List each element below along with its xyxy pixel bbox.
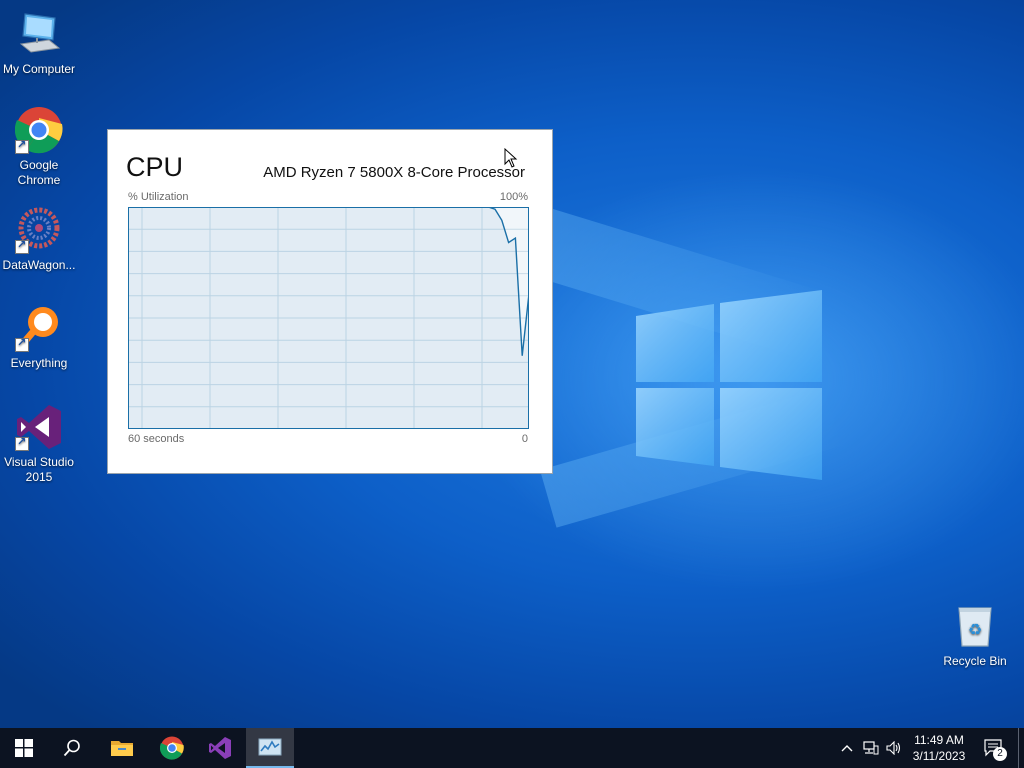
search-icon: [63, 739, 80, 757]
desktop-icon-label: Google Chrome: [17, 158, 61, 187]
computer-icon: [15, 10, 63, 58]
show-desktop-button[interactable]: [1018, 728, 1024, 768]
datawagon-icon: [15, 206, 63, 254]
desktop-icon-my-computer[interactable]: My Computer: [0, 10, 78, 77]
taskbar: 11:49 AM 3/11/2023 2: [0, 728, 1024, 768]
visual-studio-icon: [15, 403, 63, 451]
notification-count-badge: 2: [993, 747, 1007, 761]
everything-search-icon: [15, 304, 63, 352]
recycle-bin-icon: ♻: [951, 602, 999, 650]
wallpaper-windows-logo: [636, 290, 822, 480]
time-axis-left-label: 60 seconds: [128, 433, 185, 445]
processor-name: AMD Ryzen 7 5800X 8-Core Processor: [263, 164, 525, 181]
cpu-monitor-window[interactable]: CPU AMD Ryzen 7 5800X 8-Core Processor %…: [107, 129, 553, 474]
visual-studio-taskbar-button[interactable]: [196, 728, 244, 768]
svg-text:♻: ♻: [968, 620, 982, 639]
desktop-icon-google-chrome[interactable]: Google Chrome: [0, 106, 78, 188]
mouse-cursor-icon: [504, 148, 518, 168]
clock-time: 11:49 AM: [914, 733, 964, 747]
folder-icon: [111, 741, 133, 756]
task-manager-taskbar-button[interactable]: [246, 728, 294, 768]
cpu-title: CPU: [126, 152, 184, 182]
shortcut-arrow-icon: [15, 435, 29, 451]
time-axis-right-label: 0: [521, 433, 528, 445]
file-explorer-button[interactable]: [98, 728, 146, 768]
chrome-taskbar-button[interactable]: [148, 728, 196, 768]
chrome-icon: [160, 736, 184, 760]
clock-date: 3/11/2023: [912, 749, 966, 763]
windows-start-icon: [15, 739, 33, 757]
show-hidden-icons-button[interactable]: [838, 728, 856, 768]
action-center-button[interactable]: 2: [980, 728, 1008, 768]
desktop-icon-label: Visual Studio 2015: [4, 455, 74, 484]
start-button[interactable]: [0, 728, 48, 768]
desktop-icon-label: My Computer: [2, 62, 76, 76]
utilization-axis-label: % Utilization: [128, 191, 189, 203]
utilization-area: [128, 207, 529, 429]
cpu-utilization-graph: [128, 207, 529, 429]
desktop-icon-recycle-bin[interactable]: ♻ Recycle Bin: [936, 602, 1014, 669]
shortcut-arrow-icon: [15, 336, 29, 352]
desktop-icon-datawagon[interactable]: DataWagon...: [0, 206, 78, 273]
chrome-icon: [14, 106, 63, 154]
utilization-max-label: 100%: [499, 191, 528, 203]
desktop-icon-label: DataWagon...: [2, 258, 76, 272]
desktop-icon-label: Recycle Bin: [943, 654, 1007, 668]
chevron-up-icon: [841, 745, 853, 752]
network-button[interactable]: [860, 728, 882, 768]
visual-studio-icon: [209, 737, 231, 759]
shortcut-arrow-icon: [15, 238, 29, 254]
task-manager-icon: [258, 738, 282, 756]
shortcut-arrow-icon: [15, 138, 29, 154]
network-icon: [863, 741, 879, 755]
search-button[interactable]: [48, 728, 96, 768]
system-clock[interactable]: 11:49 AM 3/11/2023: [900, 732, 978, 764]
desktop-icon-label: Everything: [10, 356, 68, 370]
desktop-icon-everything[interactable]: Everything: [0, 304, 78, 371]
desktop-icon-visual-studio[interactable]: Visual Studio 2015: [0, 403, 78, 485]
